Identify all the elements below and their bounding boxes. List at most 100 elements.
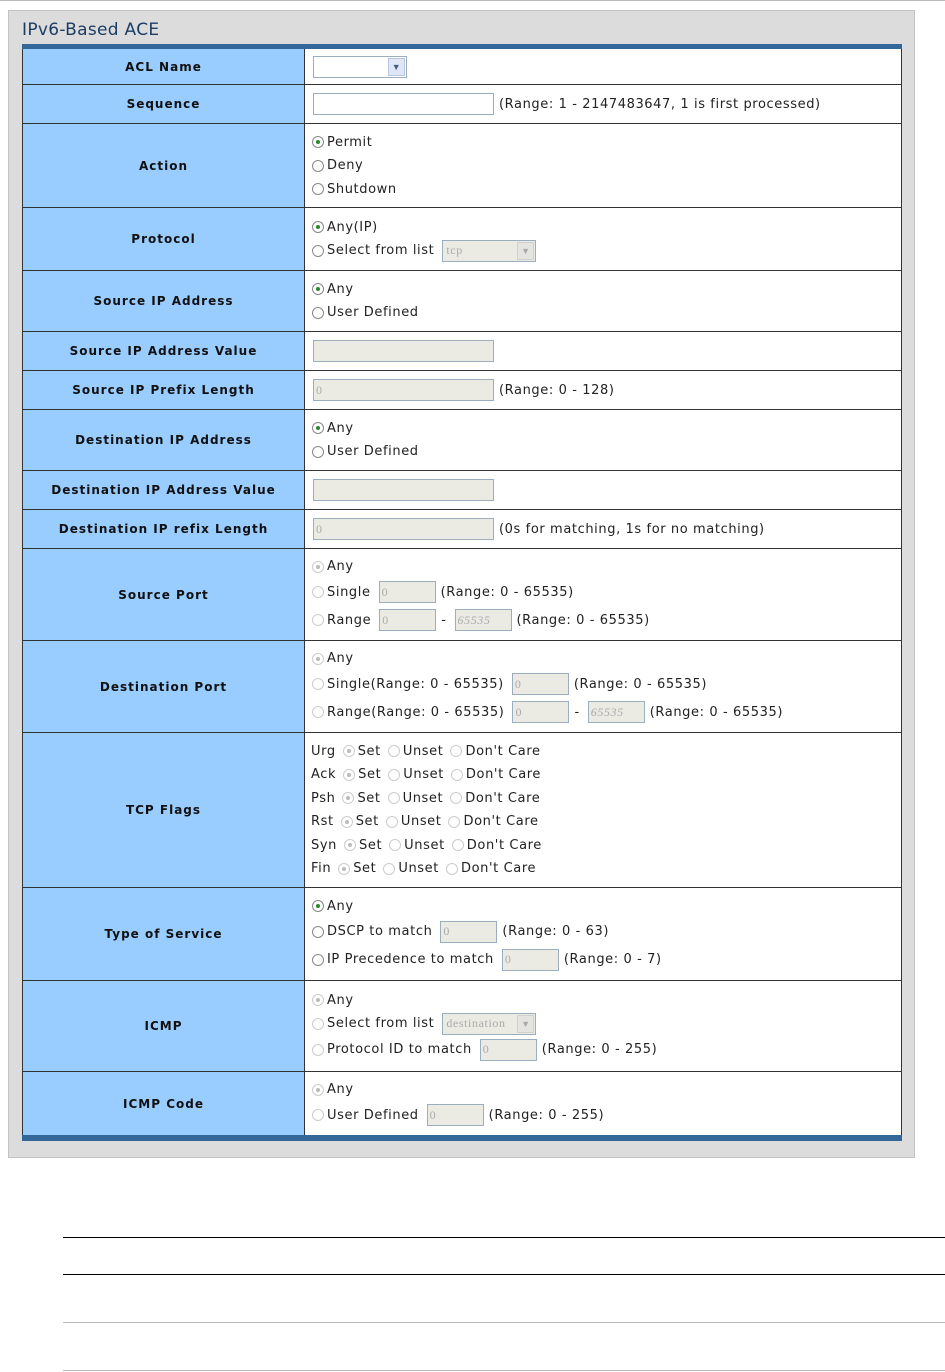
option-text: (0s for matching, 1s for no matching) bbox=[499, 521, 765, 537]
field-content: Any Single(Range: 0 - 65535) 0 (Range: 0 - … bbox=[305, 641, 902, 732]
radio-button[interactable] bbox=[445, 862, 458, 875]
field-content: (Range: 1 - 2147483647, 1 is first proce… bbox=[305, 85, 902, 123]
radio-button[interactable] bbox=[312, 652, 324, 665]
text-input[interactable] bbox=[313, 479, 494, 501]
chevron-down-icon[interactable]: ▼ bbox=[517, 1014, 535, 1033]
option-text: Don't Care bbox=[465, 743, 541, 759]
option-text: Range bbox=[327, 612, 372, 628]
radio-button[interactable] bbox=[344, 839, 356, 852]
text-input[interactable]: 0 bbox=[426, 1104, 484, 1127]
text-input[interactable]: 0 bbox=[379, 609, 437, 632]
radio-button[interactable] bbox=[312, 900, 324, 912]
radio-button[interactable] bbox=[338, 862, 351, 875]
text-input[interactable]: 0 bbox=[440, 920, 498, 943]
option-line: DSCP to match 0 (Range: 0 - 63) bbox=[311, 918, 901, 946]
radio-button[interactable] bbox=[312, 183, 324, 195]
option-text: Fin bbox=[311, 861, 332, 877]
radio-button[interactable] bbox=[342, 745, 355, 758]
option-text: Don't Care bbox=[465, 767, 542, 783]
option-line: Deny bbox=[311, 154, 901, 178]
radio-button[interactable] bbox=[312, 1043, 324, 1056]
field-content: 0 (0s for matching, 1s for no matching) bbox=[305, 510, 902, 548]
option-text: Set bbox=[357, 743, 381, 759]
text-input[interactable]: 0 bbox=[512, 701, 570, 724]
field-content: ▼ bbox=[305, 49, 902, 84]
radio-button[interactable] bbox=[312, 953, 324, 966]
radio-button[interactable] bbox=[340, 815, 353, 828]
text-input[interactable]: 0 bbox=[313, 518, 494, 540]
text-input[interactable]: 0 bbox=[479, 1038, 537, 1061]
row-source-port: Source Port Any Single 0 (Range: 0 - 65535) R… bbox=[22, 549, 902, 641]
text-input[interactable] bbox=[313, 93, 494, 115]
radio-button[interactable] bbox=[387, 745, 400, 758]
text-input[interactable]: 0 bbox=[511, 673, 569, 696]
radio-button[interactable] bbox=[385, 815, 398, 828]
field-content: Any Single 0 (Range: 0 - 65535) Range 0-65535… bbox=[305, 549, 902, 640]
option-text: (Range: 0 - 65535) bbox=[649, 704, 783, 720]
option-text: Urg bbox=[311, 743, 336, 759]
field-content: Any User Defined bbox=[305, 410, 902, 470]
radio-button[interactable] bbox=[312, 586, 324, 599]
radio-button[interactable] bbox=[312, 706, 324, 719]
option-line: Permit bbox=[311, 130, 901, 154]
chevron-down-icon[interactable]: ▼ bbox=[517, 241, 535, 260]
radio-button[interactable] bbox=[448, 815, 461, 828]
option-text: Don't Care bbox=[460, 861, 537, 877]
dropdown-select[interactable]: tcp ▼ bbox=[442, 239, 537, 262]
chevron-down-icon[interactable]: ▼ bbox=[388, 57, 405, 76]
radio-button[interactable] bbox=[312, 244, 324, 257]
radio-button[interactable] bbox=[312, 614, 324, 627]
radio-button[interactable] bbox=[312, 925, 324, 938]
option-text: Set bbox=[357, 790, 381, 806]
option-line: Fin Set Unset Don't Care bbox=[311, 857, 901, 881]
radio-button[interactable] bbox=[450, 745, 463, 758]
radio-button[interactable] bbox=[312, 678, 324, 691]
option-text: Permit bbox=[327, 134, 373, 150]
dropdown-select[interactable]: ▼ bbox=[313, 55, 407, 78]
radio-button[interactable] bbox=[342, 792, 355, 805]
radio-button[interactable] bbox=[312, 422, 324, 435]
row-destination-port: Destination Port Any Single(Range: 0 - 655… bbox=[22, 641, 902, 733]
row-destination-ip-refix-length: Destination IP refix Length 0 (0s for matc… bbox=[22, 510, 902, 549]
radio-button[interactable] bbox=[389, 839, 402, 852]
radio-button[interactable] bbox=[312, 560, 324, 573]
radio-button[interactable] bbox=[312, 306, 324, 319]
radio-button[interactable] bbox=[388, 768, 401, 781]
option-line: Range(Range: 0 - 65535) 0-65535 (Range: 0 … bbox=[311, 698, 901, 726]
option-text: Don't Care bbox=[465, 790, 541, 806]
radio-button[interactable] bbox=[312, 445, 324, 458]
option-text: (Range: 0 - 65535) bbox=[573, 676, 708, 692]
option-line: Rst Set Unset Don't Care bbox=[311, 810, 901, 834]
field-label: Destination Port bbox=[22, 641, 305, 732]
radio-button[interactable] bbox=[312, 1109, 324, 1122]
radio-button[interactable] bbox=[451, 839, 464, 852]
radio-button[interactable] bbox=[312, 283, 324, 296]
radio-button[interactable] bbox=[312, 136, 324, 148]
radio-button[interactable] bbox=[312, 1017, 324, 1030]
text-input[interactable]: 65535 bbox=[587, 701, 645, 724]
option-text: Don't Care bbox=[466, 837, 542, 853]
field-label: ICMP bbox=[22, 981, 305, 1071]
text-input[interactable] bbox=[313, 340, 494, 362]
radio-button[interactable] bbox=[312, 994, 324, 1007]
field-label: Destination IP refix Length bbox=[22, 510, 305, 548]
radio-button[interactable] bbox=[383, 862, 396, 875]
field-content: Any Select from list destination ▼ Protocol … bbox=[305, 981, 902, 1071]
text-input[interactable]: 0 bbox=[378, 581, 436, 604]
field-content: Permit Deny Shutdown bbox=[305, 124, 902, 207]
radio-button[interactable] bbox=[387, 792, 400, 805]
option-text: User Defined bbox=[327, 1107, 419, 1123]
radio-button[interactable] bbox=[312, 221, 324, 234]
radio-button[interactable] bbox=[450, 768, 463, 781]
row-icmp-code: ICMP Code Any User Defined 0 (Range: 0 - 255… bbox=[22, 1072, 902, 1135]
text-input[interactable]: 0 bbox=[313, 379, 494, 401]
radio-button[interactable] bbox=[450, 792, 463, 805]
field-content bbox=[305, 332, 902, 370]
radio-button[interactable] bbox=[312, 159, 324, 172]
dropdown-select[interactable]: destination ▼ bbox=[442, 1012, 537, 1035]
text-input[interactable]: 0 bbox=[501, 948, 559, 971]
option-line: User Defined 0 (Range: 0 - 255) bbox=[311, 1101, 901, 1129]
text-input[interactable]: 65535 bbox=[454, 609, 512, 632]
radio-button[interactable] bbox=[312, 1083, 324, 1096]
radio-button[interactable] bbox=[343, 768, 356, 781]
